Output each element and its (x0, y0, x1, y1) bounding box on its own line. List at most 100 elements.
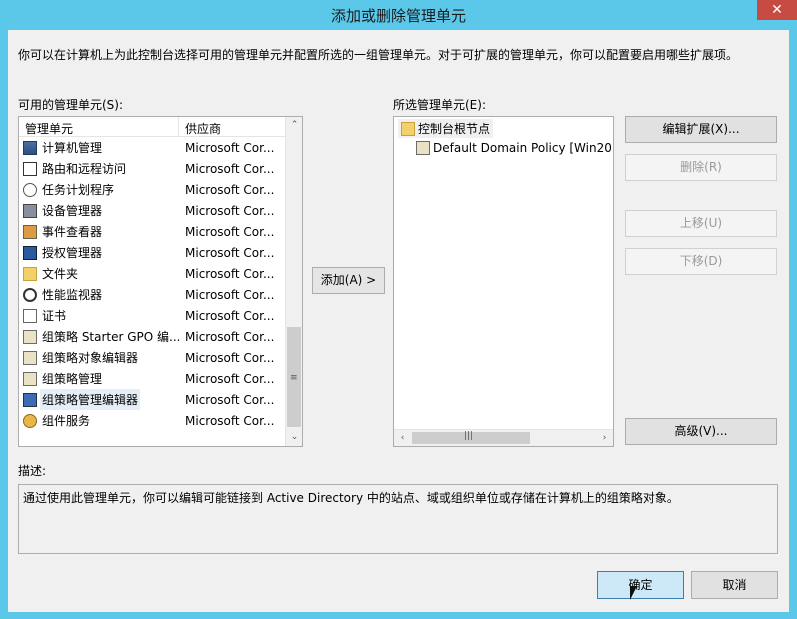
list-item[interactable]: 授权管理器 Microsoft Cor... (19, 242, 285, 263)
snapin-name-cell: 授权管理器 (19, 242, 179, 263)
move-up-button[interactable]: 上移(U) (625, 210, 777, 237)
horizontal-scrollbar[interactable]: ‹ ||| › (394, 429, 613, 446)
hscroll-grip-icon: ||| (464, 431, 474, 441)
list-item[interactable]: 证书 Microsoft Cor... (19, 305, 285, 326)
snapin-name: 计算机管理 (42, 141, 103, 155)
snapin-name: 组策略管理编辑器 (40, 389, 141, 410)
snapin-name: 任务计划程序 (42, 183, 115, 197)
event-viewer-icon (23, 224, 37, 239)
performance-monitor-icon (23, 287, 37, 302)
snapin-name-cell: 性能监视器 (19, 284, 179, 305)
snapin-name-cell: 组策略管理 (19, 368, 179, 389)
snapin-name-cell: 文件夹 (19, 263, 179, 284)
scroll-up-arrow-icon[interactable]: ⌃ (286, 117, 302, 134)
snapin-name: 组策略 Starter GPO 编... (42, 330, 179, 344)
certificate-icon (23, 308, 37, 323)
description-label: 描述: (18, 464, 47, 478)
list-item[interactable]: 事件查看器 Microsoft Cor... (19, 221, 285, 242)
snapin-name: 证书 (42, 309, 67, 323)
snapin-vendor: Microsoft Cor... (185, 413, 275, 428)
remove-button[interactable]: 删除(R) (625, 154, 777, 181)
task-scheduler-icon (23, 182, 37, 197)
component-services-icon (23, 413, 37, 428)
window-title: 添加或删除管理单元 (330, 7, 466, 25)
snapin-name: 设备管理器 (42, 204, 103, 218)
selected-snapin-item[interactable]: Default Domain Policy [Win2012 (416, 141, 614, 155)
list-item[interactable]: 组策略管理 Microsoft Cor... (19, 368, 285, 389)
snapin-name: 组策略管理 (42, 372, 103, 386)
list-item[interactable]: 计算机管理 Microsoft Cor... (19, 137, 285, 158)
snapin-name-cell: 组件服务 (19, 410, 179, 431)
snapin-name: 组件服务 (42, 414, 91, 428)
device-manager-icon (23, 203, 37, 218)
cancel-button[interactable]: 取消 (691, 571, 778, 599)
snapin-name-cell: 证书 (19, 305, 179, 326)
list-item[interactable]: 性能监视器 Microsoft Cor... (19, 284, 285, 305)
authorization-manager-icon (23, 245, 37, 260)
snapin-name-cell: 计算机管理 (19, 137, 179, 158)
snapin-vendor: Microsoft Cor... (185, 224, 275, 239)
folder-icon (23, 266, 37, 281)
column-header-snapin[interactable]: 管理单元 (19, 117, 179, 136)
advanced-button[interactable]: 高级(V)... (625, 418, 777, 445)
list-item[interactable]: 路由和远程访问 Microsoft Cor... (19, 158, 285, 179)
description-box: 通过使用此管理单元，你可以编辑可能链接到 Active Directory 中的… (18, 484, 778, 554)
instructions-text: 你可以在计算机上为此控制台选择可用的管理单元并配置所选的一组管理单元。对于可扩展… (18, 48, 739, 62)
snapin-name-cell: 事件查看器 (19, 221, 179, 242)
scroll-down-arrow-icon[interactable]: ⌄ (286, 429, 302, 446)
available-label: 可用的管理单元(S): (18, 98, 124, 112)
scroll-left-arrow-icon[interactable]: ‹ (394, 430, 411, 446)
list-item[interactable]: 设备管理器 Microsoft Cor... (19, 200, 285, 221)
scroll-grip-icon: ≡ (290, 373, 298, 383)
gpo-icon (416, 141, 430, 155)
snapin-vendor: Microsoft Cor... (185, 371, 275, 386)
snapin-name: 事件查看器 (42, 225, 103, 239)
scroll-right-arrow-icon[interactable]: › (596, 430, 613, 446)
console-root-node[interactable]: 控制台根节点 (398, 119, 494, 138)
folder-icon (401, 121, 415, 136)
list-item[interactable]: 任务计划程序 Microsoft Cor... (19, 179, 285, 200)
available-snapins-list[interactable]: 管理单元 供应商 计算机管理 Microsoft Cor... 路由和远程访问 Mic… (18, 116, 303, 447)
gpo-management-editor-icon (23, 392, 37, 407)
snapin-vendor: Microsoft Cor... (185, 203, 275, 218)
snapin-name: 授权管理器 (42, 246, 103, 260)
edit-extensions-button[interactable]: 编辑扩展(X)... (625, 116, 777, 143)
routing-icon (23, 161, 37, 176)
vertical-scrollbar[interactable]: ⌃ ≡ ⌄ (285, 117, 302, 446)
gpo-starter-icon (23, 329, 37, 344)
gpo-object-editor-icon (23, 350, 37, 365)
selected-snapins-list[interactable]: 控制台根节点 Default Domain Policy [Win2012 ‹ … (393, 116, 614, 447)
snapin-name-cell: 设备管理器 (19, 200, 179, 221)
snapin-rows: 计算机管理 Microsoft Cor... 路由和远程访问 Microsoft Co… (19, 137, 285, 431)
snapin-name-cell: 组策略 Starter GPO 编... (19, 326, 179, 347)
snapin-vendor: Microsoft Cor... (185, 140, 275, 155)
selected-snapin-label: Default Domain Policy [Win2012 (433, 141, 614, 155)
move-down-button[interactable]: 下移(D) (625, 248, 777, 275)
column-header-vendor[interactable]: 供应商 (179, 117, 227, 136)
add-button[interactable]: 添加(A) > (312, 267, 385, 294)
snapin-name-cell: 组策略管理编辑器 (19, 389, 179, 410)
ok-button[interactable]: 确定 (597, 571, 684, 599)
list-item[interactable]: 组策略管理编辑器 Microsoft Cor... (19, 389, 285, 410)
list-item[interactable]: 组件服务 Microsoft Cor... (19, 410, 285, 431)
list-item[interactable]: 文件夹 Microsoft Cor... (19, 263, 285, 284)
snapin-name-cell: 任务计划程序 (19, 179, 179, 200)
snapin-vendor: Microsoft Cor... (185, 182, 275, 197)
snapin-vendor: Microsoft Cor... (185, 392, 275, 407)
snapin-name: 文件夹 (42, 267, 79, 281)
snapin-vendor: Microsoft Cor... (185, 287, 275, 302)
snapin-name: 路由和远程访问 (42, 162, 127, 176)
snapin-vendor: Microsoft Cor... (185, 266, 275, 281)
list-item[interactable]: 组策略对象编辑器 Microsoft Cor... (19, 347, 285, 368)
gpo-management-icon (23, 371, 37, 386)
snapin-vendor: Microsoft Cor... (185, 329, 275, 344)
list-item[interactable]: 组策略 Starter GPO 编... Microsoft Cor... (19, 326, 285, 347)
snapin-vendor: Microsoft Cor... (185, 161, 275, 176)
title-bar: 添加或删除管理单元 ✕ (0, 0, 797, 30)
snapin-name-cell: 路由和远程访问 (19, 158, 179, 179)
console-root-label: 控制台根节点 (418, 122, 491, 136)
close-button[interactable]: ✕ (757, 0, 797, 20)
snapin-vendor: Microsoft Cor... (185, 308, 275, 323)
snapin-vendor: Microsoft Cor... (185, 245, 275, 260)
description-text: 通过使用此管理单元，你可以编辑可能链接到 Active Directory 中的… (23, 491, 679, 505)
